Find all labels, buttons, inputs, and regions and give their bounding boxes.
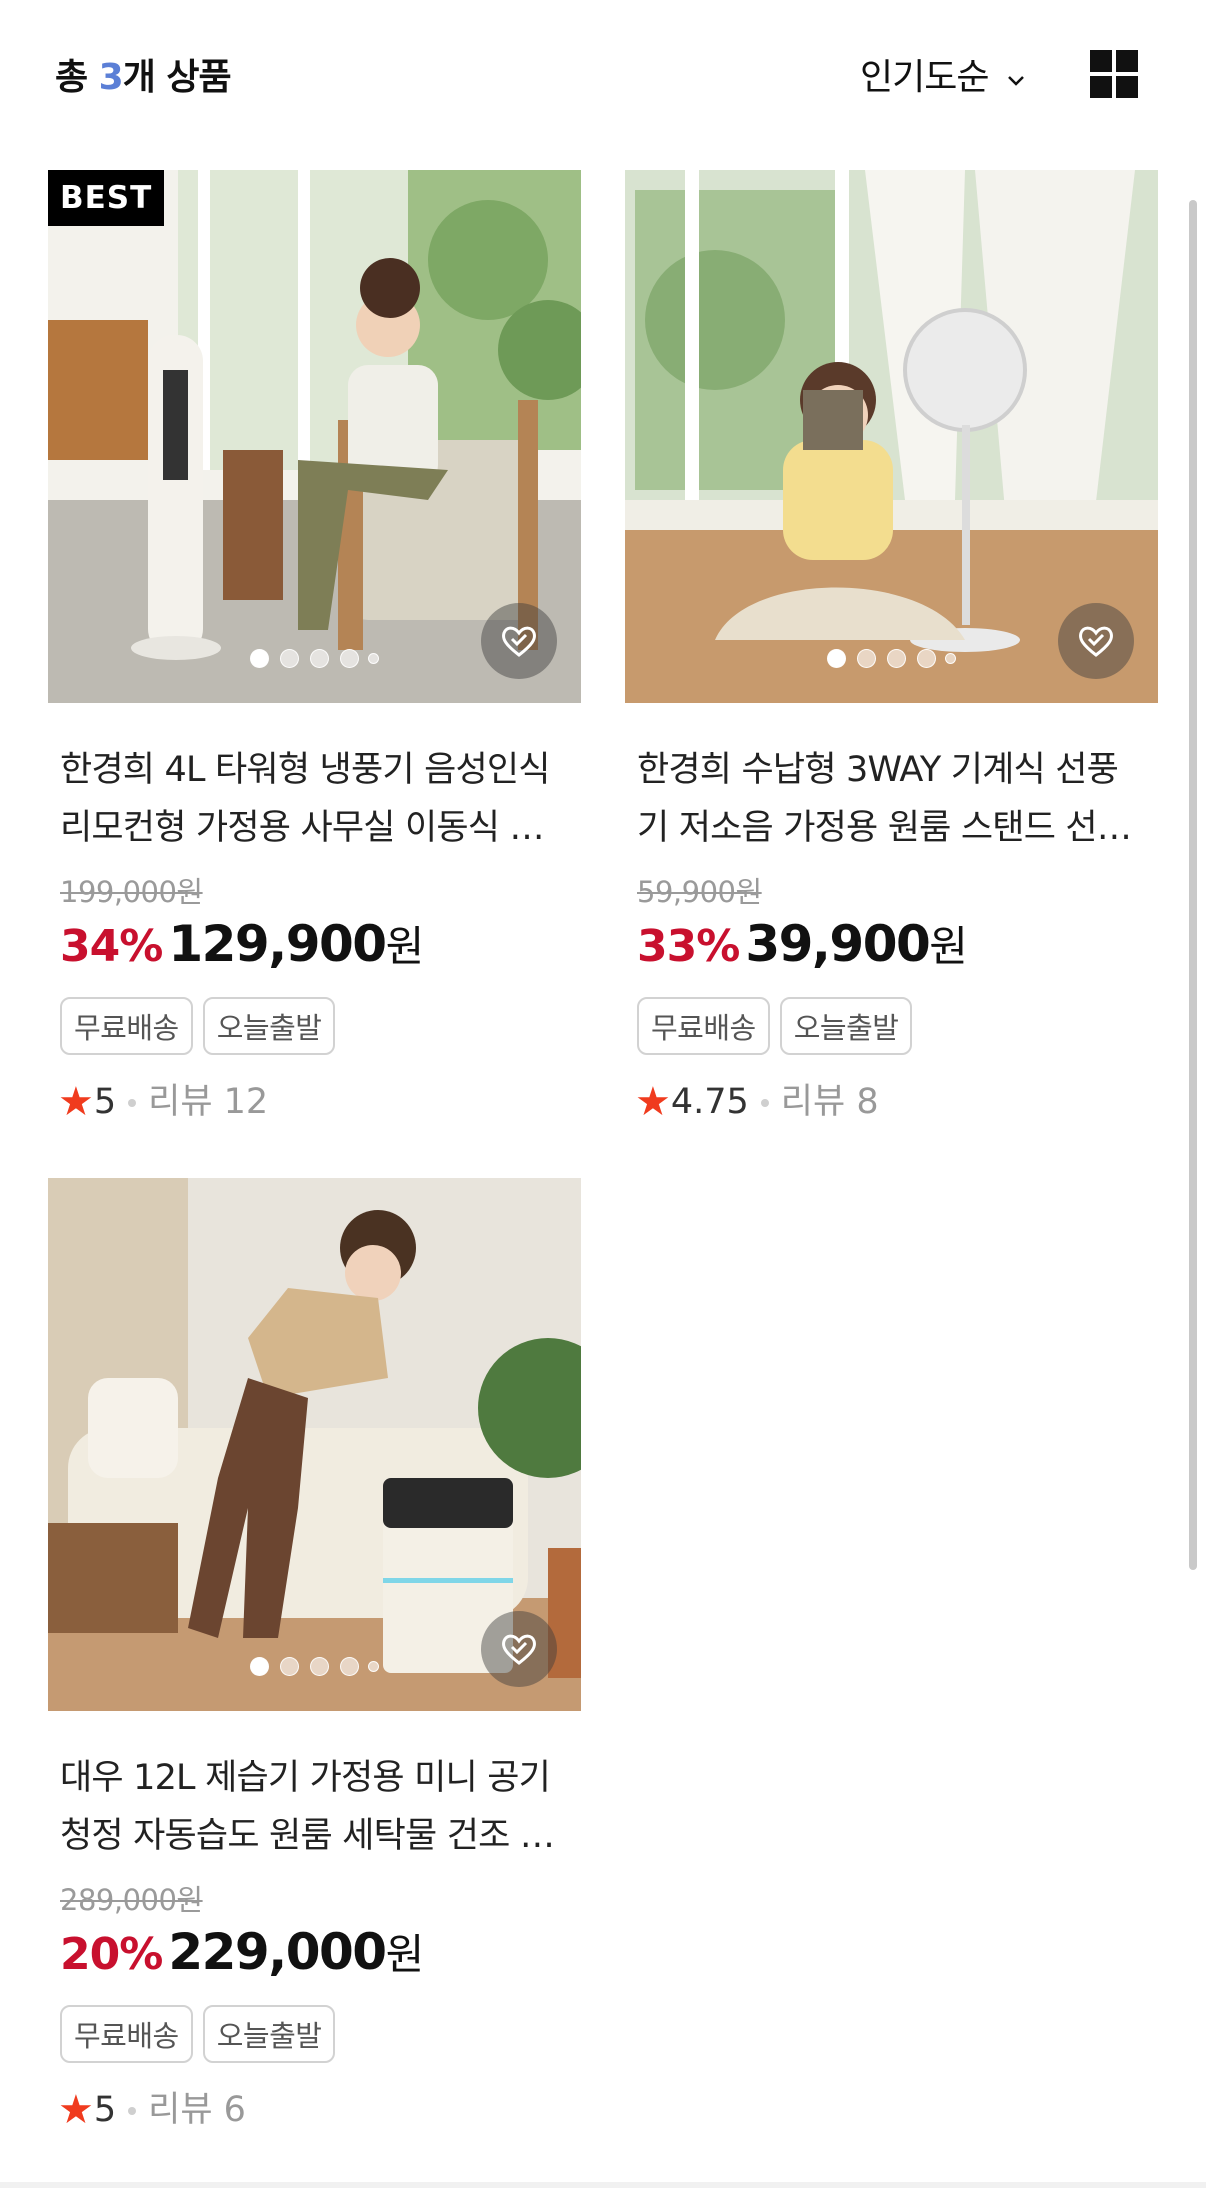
pagination-dot[interactable] xyxy=(917,649,936,668)
pagination-dot[interactable] xyxy=(368,653,379,664)
product-image[interactable] xyxy=(625,170,1158,703)
product-card[interactable]: 대우 12L 제습기 가정용 미니 공기청정 자동습도 원룸 세탁물 건조 제습… xyxy=(48,1178,581,2133)
review-count: 리뷰 12 xyxy=(148,1082,269,1122)
tag-free-shipping: 무료배송 xyxy=(60,997,193,1055)
product-count: 총 3개 상품 xyxy=(55,48,232,100)
rating-line: ★5 리뷰 6 xyxy=(58,2081,581,2133)
original-price: 199,000원 xyxy=(60,875,203,909)
pagination-dot[interactable] xyxy=(310,649,329,668)
star-icon: ★ xyxy=(635,1079,671,1125)
rating-value: 4.75 xyxy=(670,1082,749,1122)
separator-dot xyxy=(128,1099,137,1107)
pagination-dot[interactable] xyxy=(857,649,876,668)
wishlist-heart-icon[interactable] xyxy=(1058,603,1134,679)
pagination-dot[interactable] xyxy=(250,1657,269,1676)
sale-price: 129,900 xyxy=(168,915,387,973)
rating-value: 5 xyxy=(93,1082,117,1122)
scrollbar[interactable] xyxy=(1189,200,1197,1570)
product-card[interactable]: 한경희 수납형 3WAY 기계식 선풍기 저소음 가정용 원룸 스탠드 선풍기 … xyxy=(625,170,1158,1125)
list-header: 총 3개 상품 인기도순 xyxy=(0,0,1206,150)
review-count: 리뷰 6 xyxy=(148,2090,246,2130)
product-card[interactable]: BEST 한경희 4L 타워형 냉풍기 음성인식 리모컨형 가정용 사무실 이동… xyxy=(48,170,581,1125)
wishlist-heart-icon[interactable] xyxy=(481,1611,557,1687)
sort-label: 인기도순 xyxy=(860,57,989,98)
star-icon: ★ xyxy=(58,2087,94,2133)
wishlist-heart-icon[interactable] xyxy=(481,603,557,679)
pagination-dot[interactable] xyxy=(280,1657,299,1676)
bottom-divider xyxy=(0,2182,1206,2188)
sort-dropdown[interactable]: 인기도순 xyxy=(860,48,1027,100)
product-title[interactable]: 한경희 4L 타워형 냉풍기 음성인식 리모컨형 가정용 사무실 이동식 에어쿨… xyxy=(60,741,569,857)
pagination-dot[interactable] xyxy=(945,653,956,664)
discount-rate: 33% xyxy=(637,921,740,972)
product-image[interactable] xyxy=(48,1178,581,1711)
tag-ship-today: 오늘출발 xyxy=(779,997,913,1055)
original-price: 59,900원 xyxy=(637,875,762,909)
grid-view-icon[interactable] xyxy=(1090,50,1138,98)
sale-price: 39,900 xyxy=(745,915,930,973)
rating-value: 5 xyxy=(93,2090,117,2130)
discount-rate: 20% xyxy=(60,1929,163,1980)
pagination-dot[interactable] xyxy=(827,649,846,668)
rating-line: ★5 리뷰 12 xyxy=(58,1073,581,1125)
pagination-dot[interactable] xyxy=(887,649,906,668)
sale-price: 229,000 xyxy=(168,1923,387,1981)
pagination-dot[interactable] xyxy=(250,649,269,668)
separator-dot xyxy=(128,2107,137,2115)
tag-ship-today: 오늘출발 xyxy=(202,2005,336,2063)
tag-list: 무료배송 오늘출발 xyxy=(60,2005,581,2063)
currency-unit: 원 xyxy=(385,1930,425,1979)
tag-list: 무료배송 오늘출발 xyxy=(60,997,581,1055)
original-price: 289,000원 xyxy=(60,1883,203,1917)
count-prefix: 총 xyxy=(55,57,99,98)
currency-unit: 원 xyxy=(385,922,425,971)
pagination-dot[interactable] xyxy=(340,649,359,668)
best-badge: BEST xyxy=(48,170,165,226)
product-image[interactable]: BEST xyxy=(48,170,581,703)
star-icon: ★ xyxy=(58,1079,94,1125)
pagination-dot[interactable] xyxy=(368,1661,379,1672)
price-line: 34% 129,900원 xyxy=(60,913,581,975)
discount-rate: 34% xyxy=(60,921,163,972)
product-title[interactable]: 한경희 수납형 3WAY 기계식 선풍기 저소음 가정용 원룸 스탠드 선풍기 xyxy=(637,741,1146,857)
rating-line: ★4.75 리뷰 8 xyxy=(635,1073,1158,1125)
count-value: 3 xyxy=(98,57,124,98)
tag-list: 무료배송 오늘출발 xyxy=(637,997,1158,1055)
product-title[interactable]: 대우 12L 제습기 가정용 미니 공기청정 자동습도 원룸 세탁물 건조 제습… xyxy=(60,1749,569,1865)
price-line: 20% 229,000원 xyxy=(60,1921,581,1983)
tag-free-shipping: 무료배송 xyxy=(60,2005,193,2063)
review-count: 리뷰 8 xyxy=(780,1082,879,1122)
tag-free-shipping: 무료배송 xyxy=(637,997,770,1055)
chevron-down-icon xyxy=(1005,59,1027,100)
separator-dot xyxy=(760,1099,769,1107)
count-suffix: 개 상품 xyxy=(122,57,232,98)
price-line: 33% 39,900원 xyxy=(637,913,1158,975)
currency-unit: 원 xyxy=(929,922,968,971)
pagination-dot[interactable] xyxy=(340,1657,359,1676)
pagination-dot[interactable] xyxy=(280,649,299,668)
tag-ship-today: 오늘출발 xyxy=(202,997,336,1055)
pagination-dot[interactable] xyxy=(310,1657,329,1676)
